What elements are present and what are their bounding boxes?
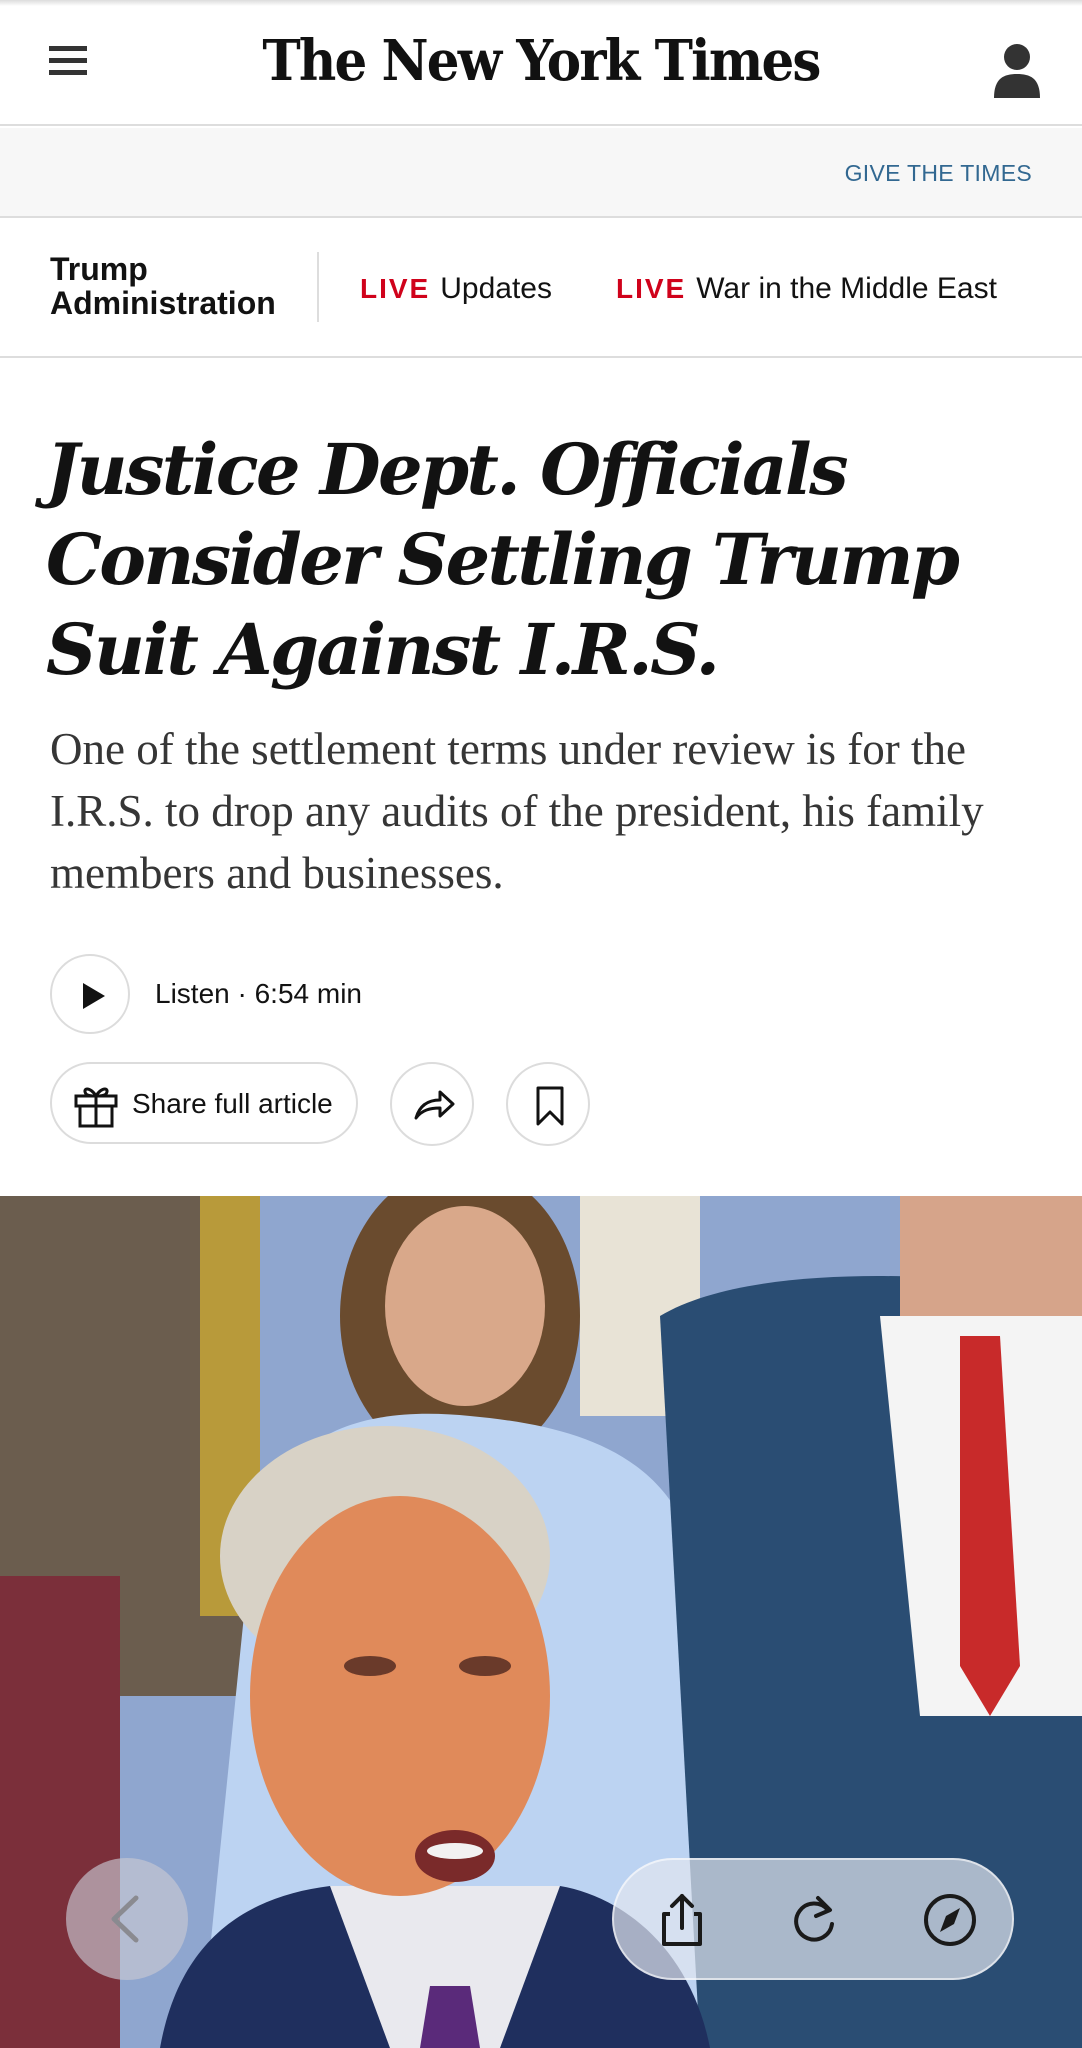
masthead: The New York Times [0,6,1082,126]
live-item-label: War in the Middle East [696,272,997,305]
reload-icon[interactable] [784,1890,844,1950]
live-item-updates[interactable]: LIVE Updates [360,272,552,306]
bookmark-button[interactable] [506,1062,590,1146]
live-badge: LIVE [360,273,431,304]
share-label: Share full article [132,1088,333,1119]
share-forward-button[interactable] [390,1062,474,1146]
nav-divider [317,252,319,322]
give-the-times-link[interactable]: GIVE THE TIMES [845,160,1032,187]
share-full-article-button[interactable]: Share full article [50,1062,358,1144]
listen-duration: Listen · 6:54 min [155,978,362,1009]
section-label[interactable]: Trump Administration [50,252,300,320]
article-summary: One of the settlement terms under review… [50,724,984,898]
article-headline: Justice Dept. Officials Consider Settlin… [46,428,960,691]
person-icon[interactable] [992,40,1042,100]
live-badge: LIVE [616,273,687,304]
live-nav: Trump Administration LIVE Updates LIVE War… [0,220,1082,358]
promo-bar: GIVE THE TIMES [0,128,1082,218]
back-chevron-icon [111,1895,139,1943]
live-item-middle-east[interactable]: LIVE War in the Middle East [616,272,997,306]
share-icon[interactable] [652,1890,712,1950]
section-label-text: Trump Administration [50,251,276,321]
bookmark-icon [536,1086,564,1126]
play-icon [83,983,105,1009]
browser-back-button[interactable] [66,1858,188,1980]
live-item-label: Updates [440,272,552,305]
forward-arrow-icon [414,1090,455,1120]
compass-icon[interactable] [920,1890,980,1950]
scroll-fade [1012,220,1082,356]
browser-toolbar [612,1858,1014,1980]
gift-icon [74,1087,118,1128]
nyt-logo[interactable]: The New York Times [43,28,1038,94]
play-audio-button[interactable] [50,954,130,1034]
